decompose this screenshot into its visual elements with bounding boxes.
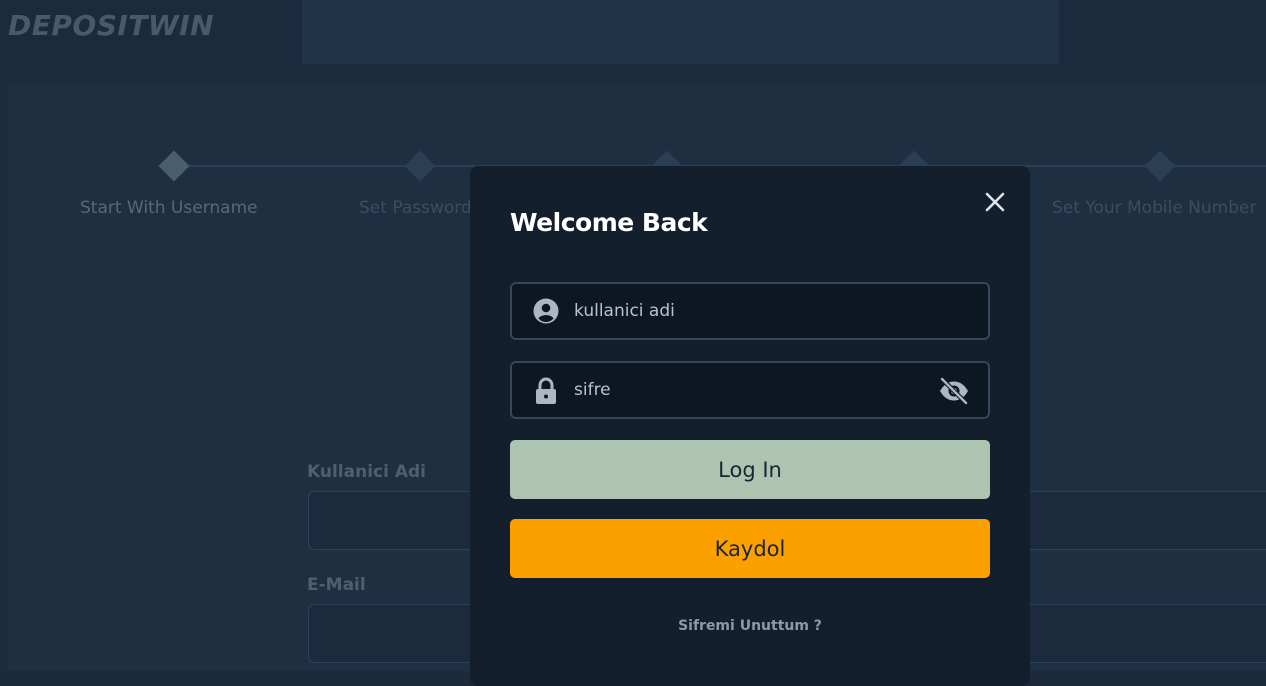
signup-button[interactable]: Kaydol <box>510 519 990 578</box>
forgot-password-link[interactable]: Sifremi Unuttum ? <box>470 618 1030 634</box>
username-input-wrapper <box>510 282 990 340</box>
lock-icon <box>533 377 559 404</box>
step-label-2: Set Password <box>359 198 472 218</box>
user-icon <box>533 298 559 324</box>
top-bar-center <box>302 0 1059 64</box>
step-label-5: Set Your Mobile Number <box>1052 198 1257 218</box>
login-button[interactable]: Log In <box>510 440 990 499</box>
close-icon <box>985 192 1005 212</box>
close-button[interactable] <box>981 188 1009 216</box>
top-bar: DEPOSITWIN <box>0 0 1266 64</box>
email-field-label: E-Mail <box>307 575 366 595</box>
eye-slash-icon[interactable] <box>938 377 970 405</box>
modal-title: Welcome Back <box>510 208 708 237</box>
brand-logo[interactable]: DEPOSITWIN <box>8 9 214 42</box>
password-input[interactable] <box>572 373 932 407</box>
username-input[interactable] <box>572 294 932 328</box>
password-input-wrapper <box>510 361 990 419</box>
username-field-label: Kullanici Adi <box>307 462 427 482</box>
login-modal: Welcome Back kullanici adi Log In Kaydol… <box>470 166 1030 686</box>
step-label-1: Start With Username <box>80 198 258 218</box>
